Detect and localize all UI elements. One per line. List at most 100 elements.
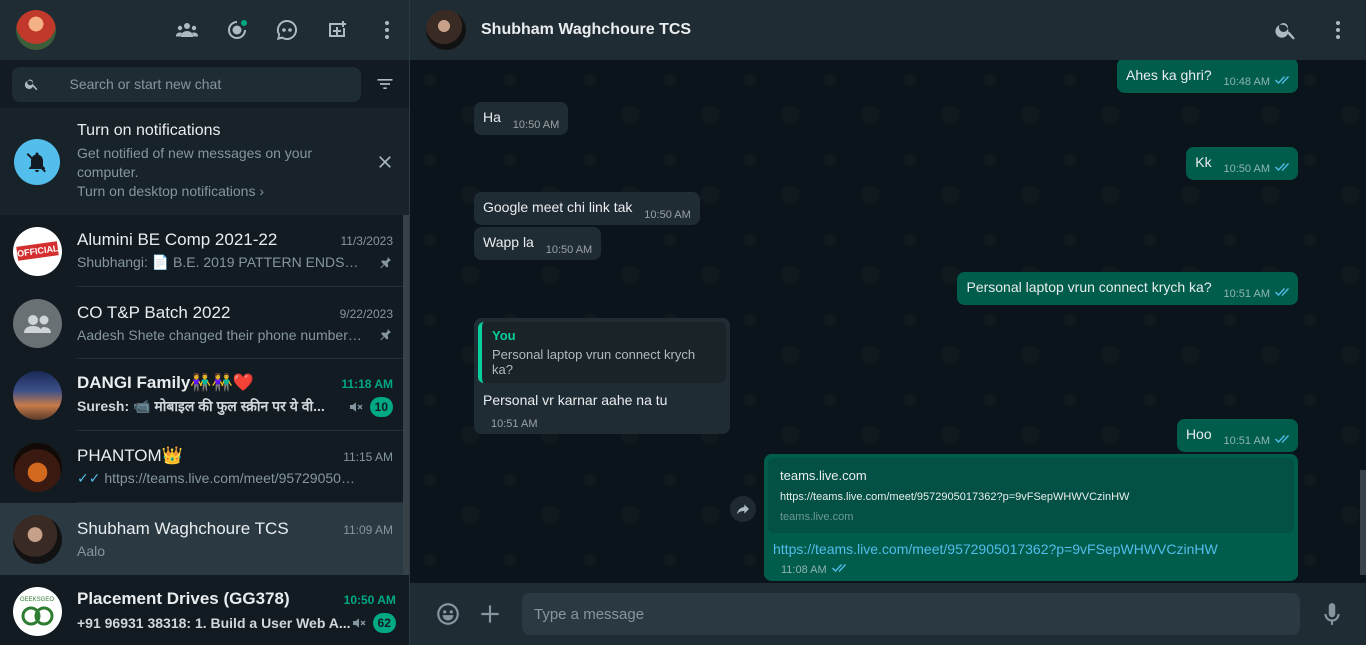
unread-badge: 10 bbox=[369, 396, 393, 417]
message-text: Personal vr karnar aahe na tu bbox=[483, 392, 668, 408]
message-time: 10:50 AM bbox=[545, 244, 593, 256]
message-bubble-link[interactable]: teams.live.com https://teams.live.com/me… bbox=[764, 454, 1298, 581]
muted-icon bbox=[352, 617, 366, 628]
quoted-text: Personal laptop vrun connect krych ka? bbox=[492, 347, 696, 377]
message-text: Google meet chi link tak bbox=[483, 199, 633, 215]
chat-item-shubham[interactable]: Shubham Waghchoure TCS 11:09 AM Aalo bbox=[0, 503, 409, 575]
message-bubble-reply[interactable]: You Personal laptop vrun connect krych k… bbox=[474, 318, 730, 434]
my-profile-avatar[interactable] bbox=[16, 10, 56, 50]
close-icon[interactable] bbox=[375, 152, 395, 172]
chat-item-co-tp[interactable]: CO T&P Batch 2022 9/22/2023 Aadesh Shete… bbox=[0, 287, 409, 359]
read-ticks-icon: ✓✓ bbox=[77, 470, 105, 486]
communities-icon[interactable] bbox=[175, 18, 199, 42]
message-time: 10:51 AM bbox=[1223, 288, 1270, 300]
message-bubble[interactable]: Personal laptop vrun connect krych ka? 1… bbox=[957, 272, 1298, 305]
chat-avatar: GEEKSGEO bbox=[13, 586, 62, 636]
search-input[interactable] bbox=[69, 76, 349, 92]
link-preview-domain: teams.live.com bbox=[780, 511, 854, 523]
search-row bbox=[0, 60, 409, 108]
filter-icon[interactable] bbox=[373, 72, 397, 96]
chat-preview: Suresh: 📹 मोबाइल की फुल स्क्रीन पर ये वी… bbox=[77, 398, 325, 414]
channels-icon[interactable] bbox=[275, 18, 299, 42]
notification-banner[interactable]: Turn on notifications Get notified of ne… bbox=[0, 108, 409, 215]
microphone-icon[interactable] bbox=[1318, 600, 1346, 628]
conversation-panel: Shubham Waghchoure TCS Ahes ka ghri? 10:… bbox=[410, 0, 1366, 645]
chat-preview: +91 96931 38318: 1. Build a User Web A..… bbox=[77, 614, 351, 631]
chat-preview: Shubhangi: 📄 B.E. 2019 PATTERN ENDSEM EX… bbox=[77, 254, 362, 270]
message-time: 10:48 AM bbox=[1223, 76, 1270, 88]
notification-link[interactable]: Turn on desktop notifications › bbox=[77, 182, 395, 201]
read-ticks-icon bbox=[1270, 287, 1289, 301]
quoted-author: You bbox=[492, 328, 516, 343]
chat-time: 11:09 AM bbox=[343, 522, 393, 537]
message-text: Personal laptop vrun connect krych ka? bbox=[966, 279, 1212, 295]
menu-icon[interactable] bbox=[375, 18, 399, 42]
message-time: 10:50 AM bbox=[1223, 163, 1270, 175]
new-chat-icon[interactable] bbox=[325, 18, 349, 42]
sidebar-header bbox=[0, 0, 409, 60]
chat-name: PHANTOM👑 bbox=[77, 446, 183, 465]
message-time: 10:51 AM bbox=[1223, 435, 1270, 447]
message-time: 10:50 AM bbox=[644, 209, 691, 221]
read-ticks-icon bbox=[827, 563, 846, 577]
unread-badge: 62 bbox=[372, 612, 396, 633]
chat-preview: ✓✓ https://teams.live.com/meet/957290501… bbox=[77, 470, 362, 486]
chat-list-scrollbar[interactable] bbox=[403, 215, 409, 575]
search-box[interactable] bbox=[12, 66, 361, 102]
link-preview[interactable]: teams.live.com https://teams.live.com/me… bbox=[768, 458, 1294, 533]
chat-name: DANGI Family👫👫❤️ bbox=[77, 372, 254, 392]
message-bubble[interactable]: Google meet chi link tak 10:50 AM bbox=[474, 192, 700, 225]
conversation-header[interactable]: Shubham Waghchoure TCS bbox=[410, 0, 1366, 60]
link-preview-url: https://teams.live.com/meet/957290501736… bbox=[780, 491, 1130, 503]
emoji-icon[interactable] bbox=[434, 600, 462, 628]
menu-icon[interactable] bbox=[1326, 18, 1350, 42]
search-icon[interactable] bbox=[1274, 18, 1298, 42]
chat-item-placement-drives[interactable]: GEEKSGEO Placement Drives (GG378) 10:50 … bbox=[0, 575, 409, 645]
message-time: 10:51 AM bbox=[491, 418, 538, 430]
forward-icon[interactable] bbox=[730, 496, 756, 522]
message-bubble[interactable]: Ahes ka ghri? 10:48 AM bbox=[1117, 60, 1298, 93]
muted-icon bbox=[349, 401, 363, 412]
message-input-box[interactable] bbox=[522, 593, 1300, 635]
group-default-avatar bbox=[13, 298, 62, 348]
chat-item-dangi-family[interactable]: DANGI Family👫👫❤️ 11:18 AM Suresh: 📹 मोबा… bbox=[0, 359, 409, 431]
message-bubble[interactable]: Hoo 10:51 AM bbox=[1176, 419, 1298, 452]
chat-name: Alumini BE Comp 2021-22 bbox=[77, 230, 278, 249]
chat-avatar: OFFICIAL bbox=[13, 226, 62, 276]
chat-avatar bbox=[13, 442, 62, 492]
chat-time: 9/22/2023 bbox=[339, 306, 393, 321]
chat-avatar bbox=[13, 370, 62, 420]
message-input[interactable] bbox=[534, 605, 1288, 623]
messages-scrollbar[interactable] bbox=[1360, 470, 1366, 575]
chat-list: OFFICIAL Alumini BE Comp 2021-22 11/3/20… bbox=[0, 215, 409, 645]
chat-item-phantom[interactable]: PHANTOM👑 11:15 AM ✓✓ https://teams.live.… bbox=[0, 431, 409, 503]
contact-name[interactable]: Shubham Waghchoure TCS bbox=[481, 21, 1274, 39]
message-link[interactable]: https://teams.live.com/meet/957290501736… bbox=[773, 541, 1218, 557]
chat-time: 11:15 AM bbox=[343, 450, 393, 464]
chat-name: Shubham Waghchoure TCS bbox=[77, 518, 289, 538]
whatsapp-app: Turn on notifications Get notified of ne… bbox=[0, 0, 1366, 645]
pin-icon bbox=[380, 256, 391, 268]
quoted-message[interactable]: You Personal laptop vrun connect krych k… bbox=[478, 322, 726, 383]
message-time: 10:50 AM bbox=[512, 119, 560, 131]
message-bubble[interactable]: Ha 10:50 AM bbox=[474, 102, 569, 135]
chat-name: Placement Drives (GG378) bbox=[77, 588, 290, 608]
pin-icon bbox=[380, 328, 391, 340]
status-icon[interactable] bbox=[225, 18, 249, 42]
link-preview-title: teams.live.com bbox=[780, 468, 867, 483]
chat-name: CO T&P Batch 2022 bbox=[77, 302, 231, 322]
attach-plus-icon[interactable] bbox=[476, 600, 504, 628]
read-ticks-icon bbox=[1270, 434, 1289, 448]
read-ticks-icon bbox=[1270, 75, 1289, 89]
notification-title: Turn on notifications bbox=[77, 122, 221, 139]
contact-avatar[interactable] bbox=[426, 10, 466, 50]
message-bubble[interactable]: Wapp la 10:50 AM bbox=[474, 227, 602, 260]
message-bubble[interactable]: Kk 10:50 AM bbox=[1186, 147, 1298, 180]
chat-item-alumini[interactable]: OFFICIAL Alumini BE Comp 2021-22 11/3/20… bbox=[0, 215, 409, 287]
message-time: 11:08 AM bbox=[781, 564, 827, 576]
search-icon bbox=[24, 79, 38, 91]
chat-avatar bbox=[13, 514, 62, 564]
chat-time: 11/3/2023 bbox=[340, 234, 394, 248]
chat-preview: Aalo bbox=[77, 542, 106, 559]
message-text: Ahes ka ghri? bbox=[1126, 67, 1212, 83]
